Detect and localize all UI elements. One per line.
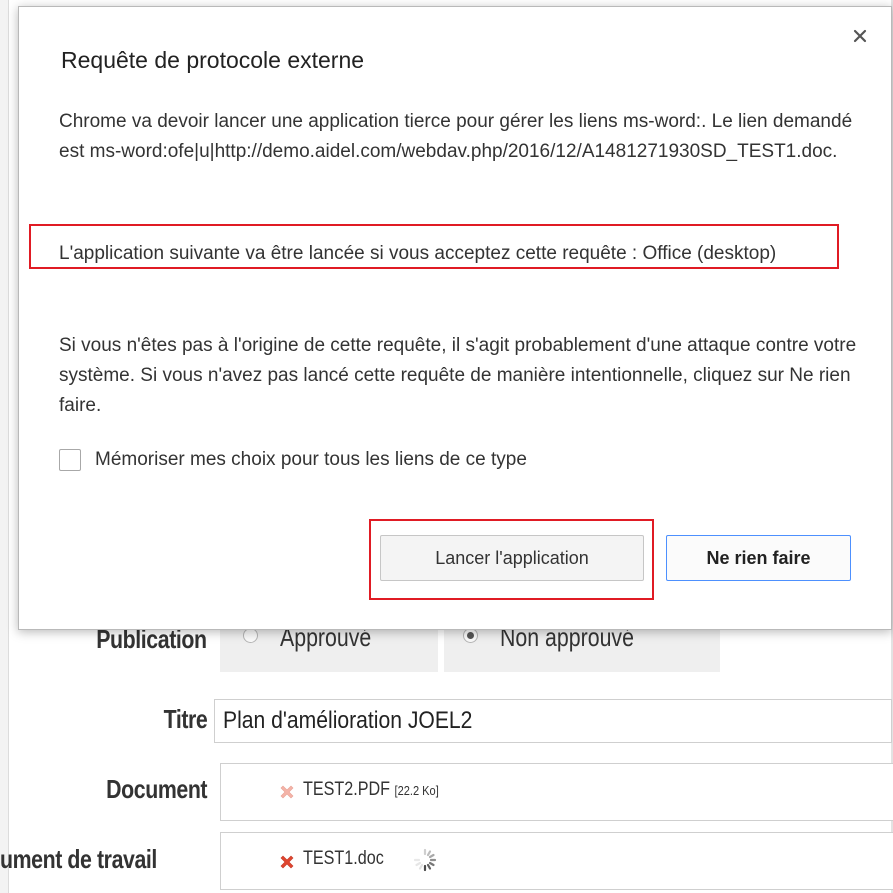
dialog-paragraph-application: L'application suivante va être lancée si… bbox=[59, 243, 777, 264]
dialog-title: Requête de protocole externe bbox=[61, 47, 365, 73]
delete-file-icon[interactable] bbox=[278, 853, 296, 871]
do-nothing-button[interactable]: Ne rien faire bbox=[666, 535, 851, 581]
document-label: Document bbox=[106, 774, 207, 804]
working-document-label: ument de travail bbox=[0, 844, 157, 874]
document-file-name[interactable]: TEST2.PDF bbox=[303, 779, 390, 800]
left-scroll-edge bbox=[0, 0, 9, 893]
radio-approved[interactable] bbox=[243, 628, 258, 643]
working-document-file-name[interactable]: TEST1.doc bbox=[303, 848, 384, 870]
title-field-value: Plan d'amélioration JOEL2 bbox=[223, 707, 473, 734]
close-icon[interactable] bbox=[849, 25, 871, 47]
radio-not-approved[interactable] bbox=[463, 628, 478, 643]
dialog-paragraph-warning: Si vous n'êtes pas à l'origine de cette … bbox=[59, 335, 857, 416]
document-field: TEST2.PDF [22.2 Ko] bbox=[220, 763, 893, 821]
remember-choice-row[interactable]: Mémoriser mes choix pour tous les liens … bbox=[59, 447, 527, 473]
title-label: Titre bbox=[163, 704, 207, 734]
document-file-size: [22.2 Ko] bbox=[394, 783, 439, 798]
working-document-field: TEST1.doc bbox=[220, 832, 893, 890]
external-protocol-dialog: Requête de protocole externe Chrome va d… bbox=[18, 6, 892, 630]
spinner-icon bbox=[413, 848, 437, 872]
delete-file-icon[interactable] bbox=[278, 783, 296, 801]
remember-choice-checkbox[interactable] bbox=[59, 449, 81, 471]
launch-application-button[interactable]: Lancer l'application bbox=[380, 535, 644, 581]
remember-choice-label[interactable]: Mémoriser mes choix pour tous les liens … bbox=[95, 449, 527, 471]
document-file-link[interactable]: TEST2.PDF [22.2 Ko] bbox=[303, 779, 439, 801]
dialog-paragraph-protocol: Chrome va devoir lancer une application … bbox=[59, 111, 853, 162]
title-field[interactable]: Plan d'amélioration JOEL2 bbox=[214, 699, 892, 743]
